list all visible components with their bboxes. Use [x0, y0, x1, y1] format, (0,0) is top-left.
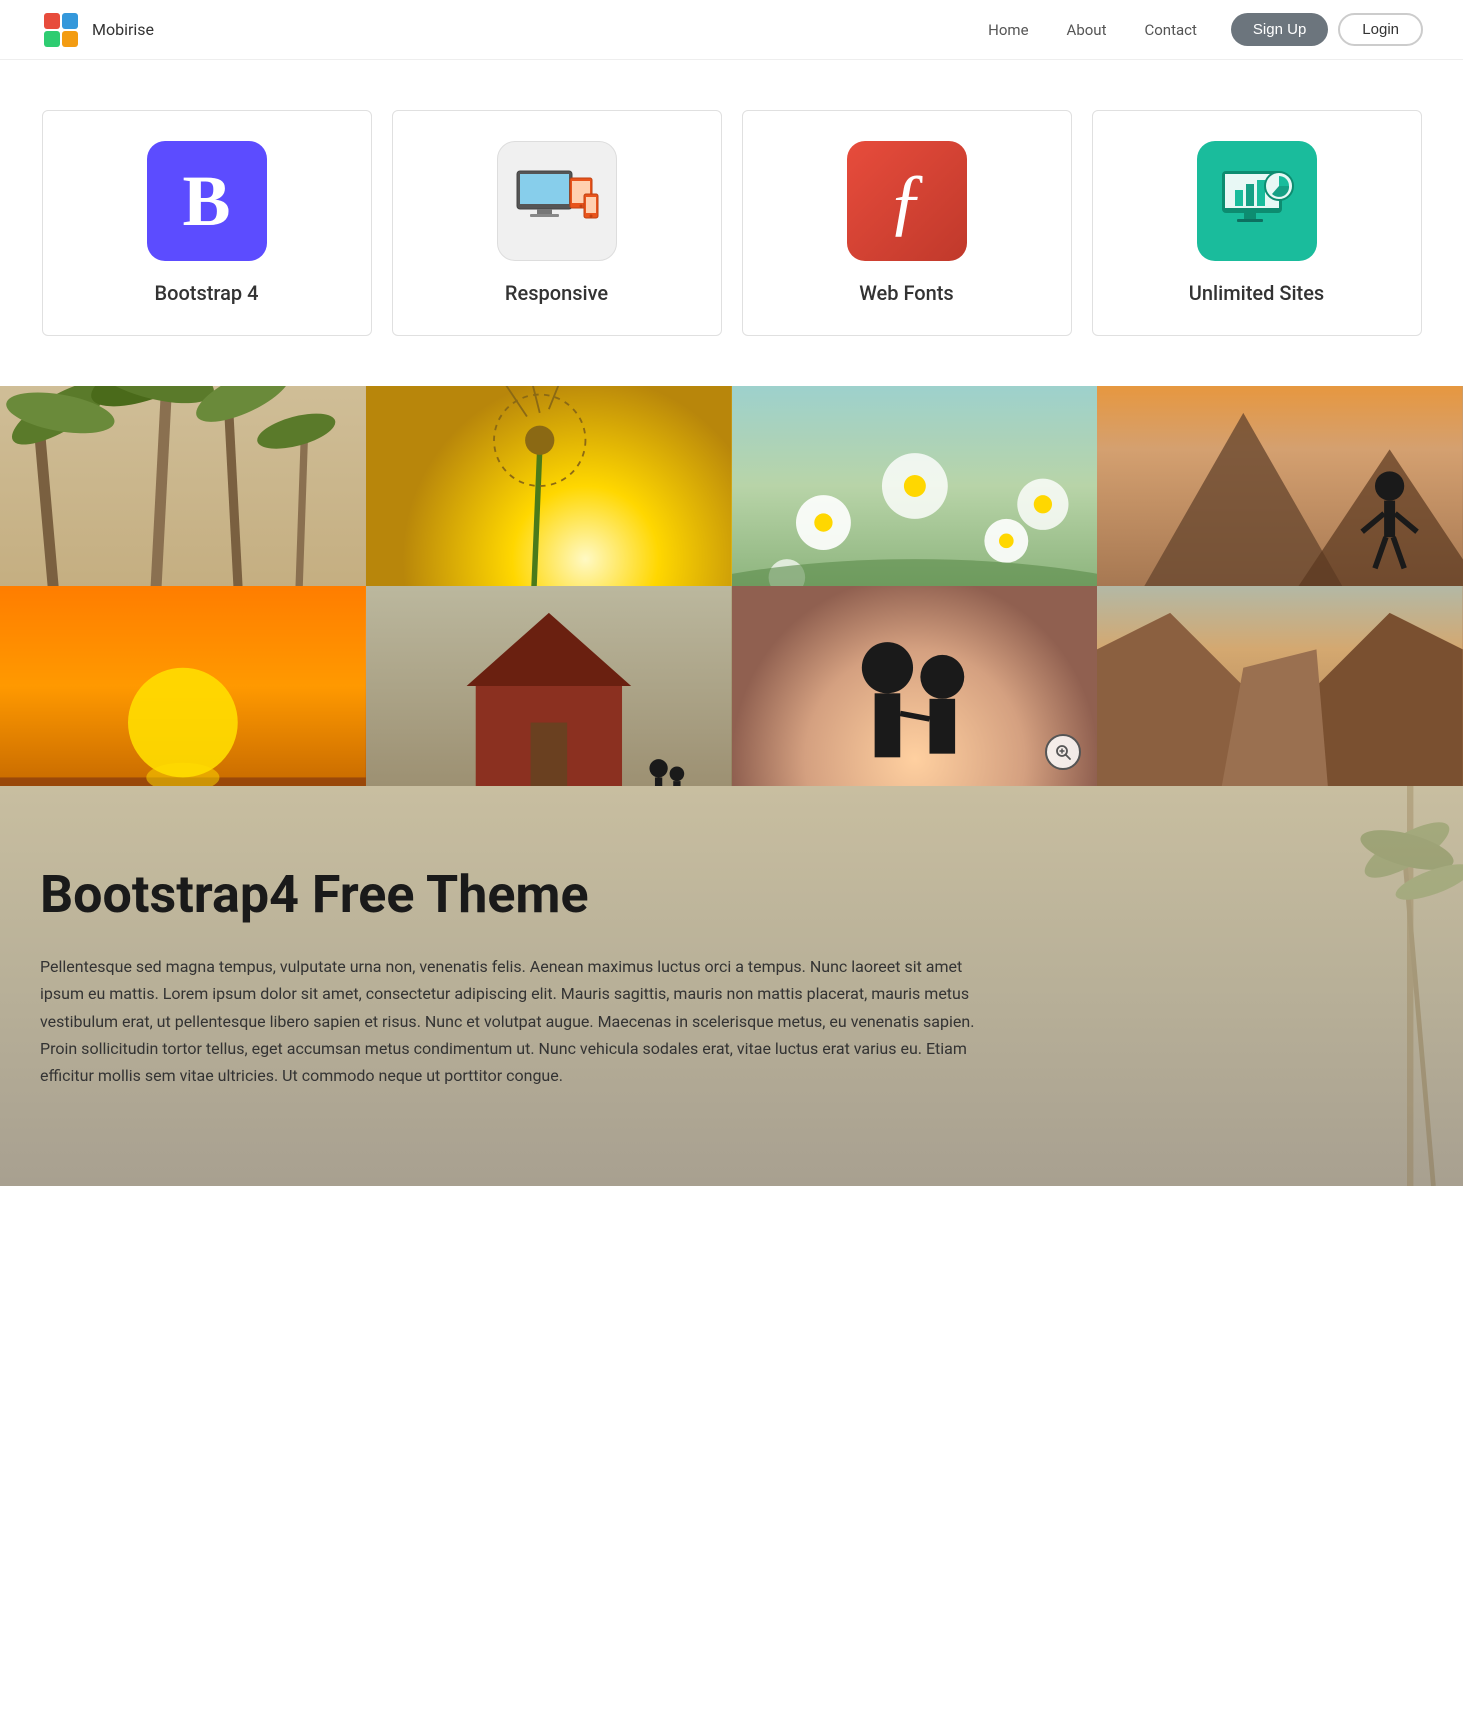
responsive-icon — [512, 166, 602, 236]
gallery-cell-5 — [0, 586, 366, 786]
unlimited-icon-wrap — [1197, 141, 1317, 261]
feature-card-bootstrap: B Bootstrap 4 — [42, 110, 372, 336]
bg-palms — [1223, 786, 1463, 1186]
brand-logo — [40, 9, 82, 51]
content-heading: Bootstrap4 Free Theme — [40, 866, 990, 923]
content-inner: Bootstrap4 Free Theme Pellentesque sed m… — [40, 866, 990, 1089]
unlimited-icon — [1217, 166, 1297, 236]
zoom-svg — [1054, 743, 1072, 761]
login-button[interactable]: Login — [1338, 13, 1423, 46]
brand-link[interactable]: Mobirise — [40, 9, 154, 51]
bootstrap-icon-wrap: B — [147, 141, 267, 261]
responsive-icon-wrap — [497, 141, 617, 261]
farm-art — [366, 586, 732, 786]
features-section: B Bootstrap 4 — [0, 60, 1463, 386]
feature-card-unlimited: Unlimited Sites — [1092, 110, 1422, 336]
brand-name: Mobirise — [92, 20, 154, 39]
mountain-art — [1097, 386, 1463, 586]
bootstrap-label: Bootstrap 4 — [154, 281, 258, 305]
feature-card-responsive: Responsive — [392, 110, 722, 336]
nav-contact[interactable]: Contact — [1130, 15, 1210, 45]
dandelion-art — [366, 386, 732, 586]
nav-about[interactable]: About — [1053, 15, 1121, 45]
content-body: Pellentesque sed magna tempus, vulputate… — [40, 953, 990, 1089]
gallery-cell-4 — [1097, 386, 1463, 586]
gallery-cell-7 — [732, 586, 1098, 786]
flowers-art — [732, 386, 1098, 586]
palm-art — [0, 386, 366, 586]
nav-home[interactable]: Home — [974, 15, 1042, 45]
features-grid: B Bootstrap 4 — [42, 110, 1422, 336]
webfonts-icon-wrap: ƒ — [847, 141, 967, 261]
gallery-cell-8 — [1097, 586, 1463, 786]
navbar: Mobirise Home About Contact Sign Up Logi… — [0, 0, 1463, 60]
responsive-label: Responsive — [505, 281, 608, 305]
couple-art — [732, 586, 1098, 786]
gallery-section — [0, 386, 1463, 786]
signup-button[interactable]: Sign Up — [1231, 13, 1328, 46]
rocks-art — [1097, 586, 1463, 786]
webfonts-label: Web Fonts — [859, 281, 953, 305]
nav-links: Home About Contact Sign Up Login — [974, 13, 1423, 46]
gallery-cell-2 — [366, 386, 732, 586]
content-section: Bootstrap4 Free Theme Pellentesque sed m… — [0, 786, 1463, 1186]
gallery-cell-1 — [0, 386, 366, 586]
bootstrap-icon: B — [182, 160, 230, 243]
webfonts-icon: ƒ — [888, 163, 926, 239]
sunset-art — [0, 586, 366, 786]
feature-card-webfonts: ƒ Web Fonts — [742, 110, 1072, 336]
unlimited-label: Unlimited Sites — [1189, 281, 1324, 305]
gallery-cell-6 — [366, 586, 732, 786]
zoom-icon[interactable] — [1045, 734, 1081, 770]
gallery-cell-3 — [732, 386, 1098, 586]
